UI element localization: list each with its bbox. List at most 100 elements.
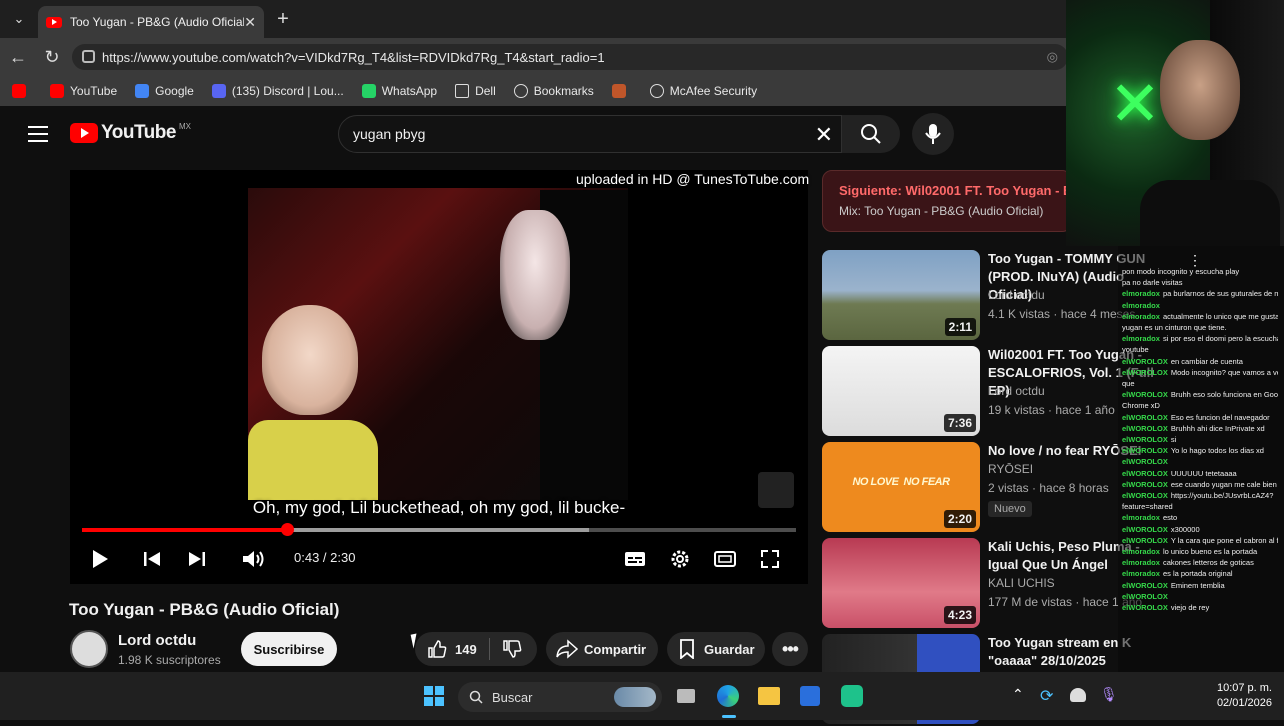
up-next-card[interactable]: Siguiente: Wil02001 FT. Too Yugan - ES M… [822, 170, 1080, 232]
recommended-channel[interactable]: RYŌSEI [988, 462, 1033, 476]
youtube-logo[interactable]: YouTube MX [70, 122, 191, 144]
bookmark-item[interactable]: WhatsApp [361, 84, 437, 98]
search-input[interactable]: yugan pbyg ✕ [338, 115, 842, 153]
tray-app-icon[interactable] [1070, 688, 1086, 702]
bookmark-item[interactable] [12, 84, 32, 98]
extension-icon [611, 84, 626, 98]
share-button[interactable]: Compartir [546, 632, 658, 666]
bookmark-item[interactable]: Dell [455, 84, 496, 98]
more-actions-button[interactable]: ••• [772, 632, 808, 666]
video-thumbnail[interactable]: 7:36 [822, 346, 980, 436]
bookmark-item[interactable]: Bookmarks [513, 84, 594, 98]
time-display: 0:43 / 2:30 [294, 550, 356, 565]
search-highlight-icon [614, 687, 656, 707]
recommended-channel[interactable]: Lord octdu [988, 288, 1045, 302]
chat-username: elWOROLOX [1122, 457, 1168, 467]
start-button[interactable] [420, 682, 448, 710]
like-button[interactable]: 149 [427, 639, 477, 659]
video-thumbnail[interactable]: NO LOVE NO FEAR 2:20 [822, 442, 980, 532]
dislike-button[interactable] [502, 639, 522, 659]
bookmark-label: McAfee Security [669, 84, 758, 98]
channel-avatar[interactable] [70, 630, 108, 668]
save-button[interactable]: Guardar [667, 632, 765, 666]
volume-icon [243, 551, 264, 567]
video-frame-detail [262, 305, 358, 415]
up-next-subtitle: Mix: Too Yugan - PB&G (Audio Oficial) [839, 204, 1044, 218]
chat-text: si por eso el doomi pero la escuchas en [1162, 334, 1278, 344]
channel-name[interactable]: Lord octdu [118, 632, 196, 649]
progress-bar[interactable] [82, 523, 796, 536]
site-info-icon[interactable] [82, 50, 95, 63]
recommended-video[interactable]: 2:11 Too Yugan - TOMMY GUN (PROD. INuYA) … [822, 250, 1145, 342]
chat-menu-icon[interactable]: ⋮ [1188, 252, 1202, 269]
recommended-channel[interactable]: Lord octdu [988, 384, 1045, 398]
voice-search-button[interactable] [912, 113, 954, 155]
recommended-video[interactable]: 4:23 Kali Uchis, Peso Pluma - Igual Que U… [822, 538, 1142, 630]
clear-search-icon[interactable]: ✕ [815, 122, 833, 148]
bookmark-item[interactable]: Google [135, 84, 194, 98]
chat-username: elmoradox [1122, 547, 1160, 557]
recommended-video[interactable]: 7:36 Wil02001 FT. Too Yugan - ESCALOFRIOS… [822, 346, 1154, 438]
taskbar-clock[interactable]: 10:07 p. m. 02/01/2026 [1198, 681, 1272, 711]
edge-taskbar-button[interactable] [714, 682, 742, 710]
next-button[interactable] [184, 546, 210, 572]
tab-youtube[interactable]: Too Yugan - PB&G (Audio Oficial) ✕ [38, 6, 264, 38]
recommended-video[interactable]: NO LOVE NO FEAR 2:20 No love / no fear RYŌ… [822, 442, 1141, 534]
app-button[interactable] [838, 682, 866, 710]
chat-message: feature=shared [1122, 501, 1278, 512]
microphone-tray-icon[interactable]: 🎙 [1100, 686, 1118, 703]
bookmark-item[interactable]: McAfee Security [649, 84, 758, 98]
tab-list-button[interactable]: ⌄ [8, 8, 30, 30]
chat-message: youtube [1122, 344, 1278, 355]
recommended-channel[interactable]: KALI UCHIS [988, 576, 1055, 590]
subscribe-button[interactable]: Suscribirse [241, 632, 337, 666]
bookmark-label: Dell [475, 84, 496, 98]
theater-mode-button[interactable] [712, 546, 738, 572]
chat-text: lo unico bueno es la portada [1162, 547, 1258, 557]
store-icon [800, 686, 820, 706]
task-view-icon [677, 689, 695, 703]
store-button[interactable] [796, 682, 824, 710]
chat-text: Y la cara que pone el cabron al final xd [1170, 535, 1278, 545]
subtitles-button[interactable] [622, 546, 648, 572]
close-tab-icon[interactable]: ✕ [244, 14, 256, 31]
show-hidden-icons-button[interactable]: ⌃ [1012, 686, 1024, 703]
tray-sync-icon[interactable]: ⟳ [1040, 686, 1053, 706]
bookmark-item[interactable] [611, 84, 632, 98]
chat-text: https://youtu.be/JUsvrbLcAZ4? [1170, 491, 1274, 501]
chat-text: pa no darle visitas [1122, 278, 1183, 288]
fullscreen-button[interactable] [757, 546, 783, 572]
back-button[interactable]: ← [4, 43, 32, 71]
menu-icon[interactable] [28, 126, 48, 142]
streamer-shirt [1140, 180, 1280, 246]
chat-username: elWOROLOX [1122, 491, 1168, 501]
bookmark-label: Bookmarks [533, 84, 594, 98]
video-thumbnail[interactable]: 4:23 [822, 538, 980, 628]
clock-date: 02/01/2026 [1216, 697, 1272, 709]
play-button[interactable] [87, 546, 113, 572]
chat-message: elmoradox lo unico bueno es la portada [1122, 546, 1278, 557]
settings-button[interactable] [667, 546, 693, 572]
chat-username: elWOROLOX [1122, 591, 1168, 601]
gear-icon [671, 550, 689, 568]
scrubber-handle[interactable] [280, 523, 294, 536]
taskbar-search[interactable]: Buscar [458, 682, 662, 712]
new-tab-button[interactable]: + [272, 8, 294, 30]
bookmark-item[interactable]: (135) Discord | Lou... [211, 84, 344, 98]
video-frame-detail [500, 210, 570, 340]
previous-button[interactable] [139, 546, 165, 572]
volume-button[interactable] [241, 546, 267, 572]
search-query: yugan pbyg [353, 126, 426, 142]
file-explorer-button[interactable] [755, 682, 783, 710]
chat-text: x300000 [1170, 524, 1200, 534]
task-view-button[interactable] [672, 682, 700, 710]
reload-button[interactable]: ↻ [38, 43, 66, 71]
video-thumbnail[interactable]: 2:11 [822, 250, 980, 340]
search-button[interactable] [842, 115, 900, 153]
url-field[interactable]: https://www.youtube.com/watch?v=VIDkd7Rg… [72, 44, 1068, 70]
chat-username: elWOROLOX [1122, 524, 1168, 534]
tracking-prevention-icon[interactable]: ◎ [1047, 49, 1058, 65]
bookmark-item[interactable]: YouTube [50, 84, 117, 98]
video-duration: 4:23 [943, 606, 976, 624]
chat-username: elWOROLOX [1122, 603, 1168, 613]
